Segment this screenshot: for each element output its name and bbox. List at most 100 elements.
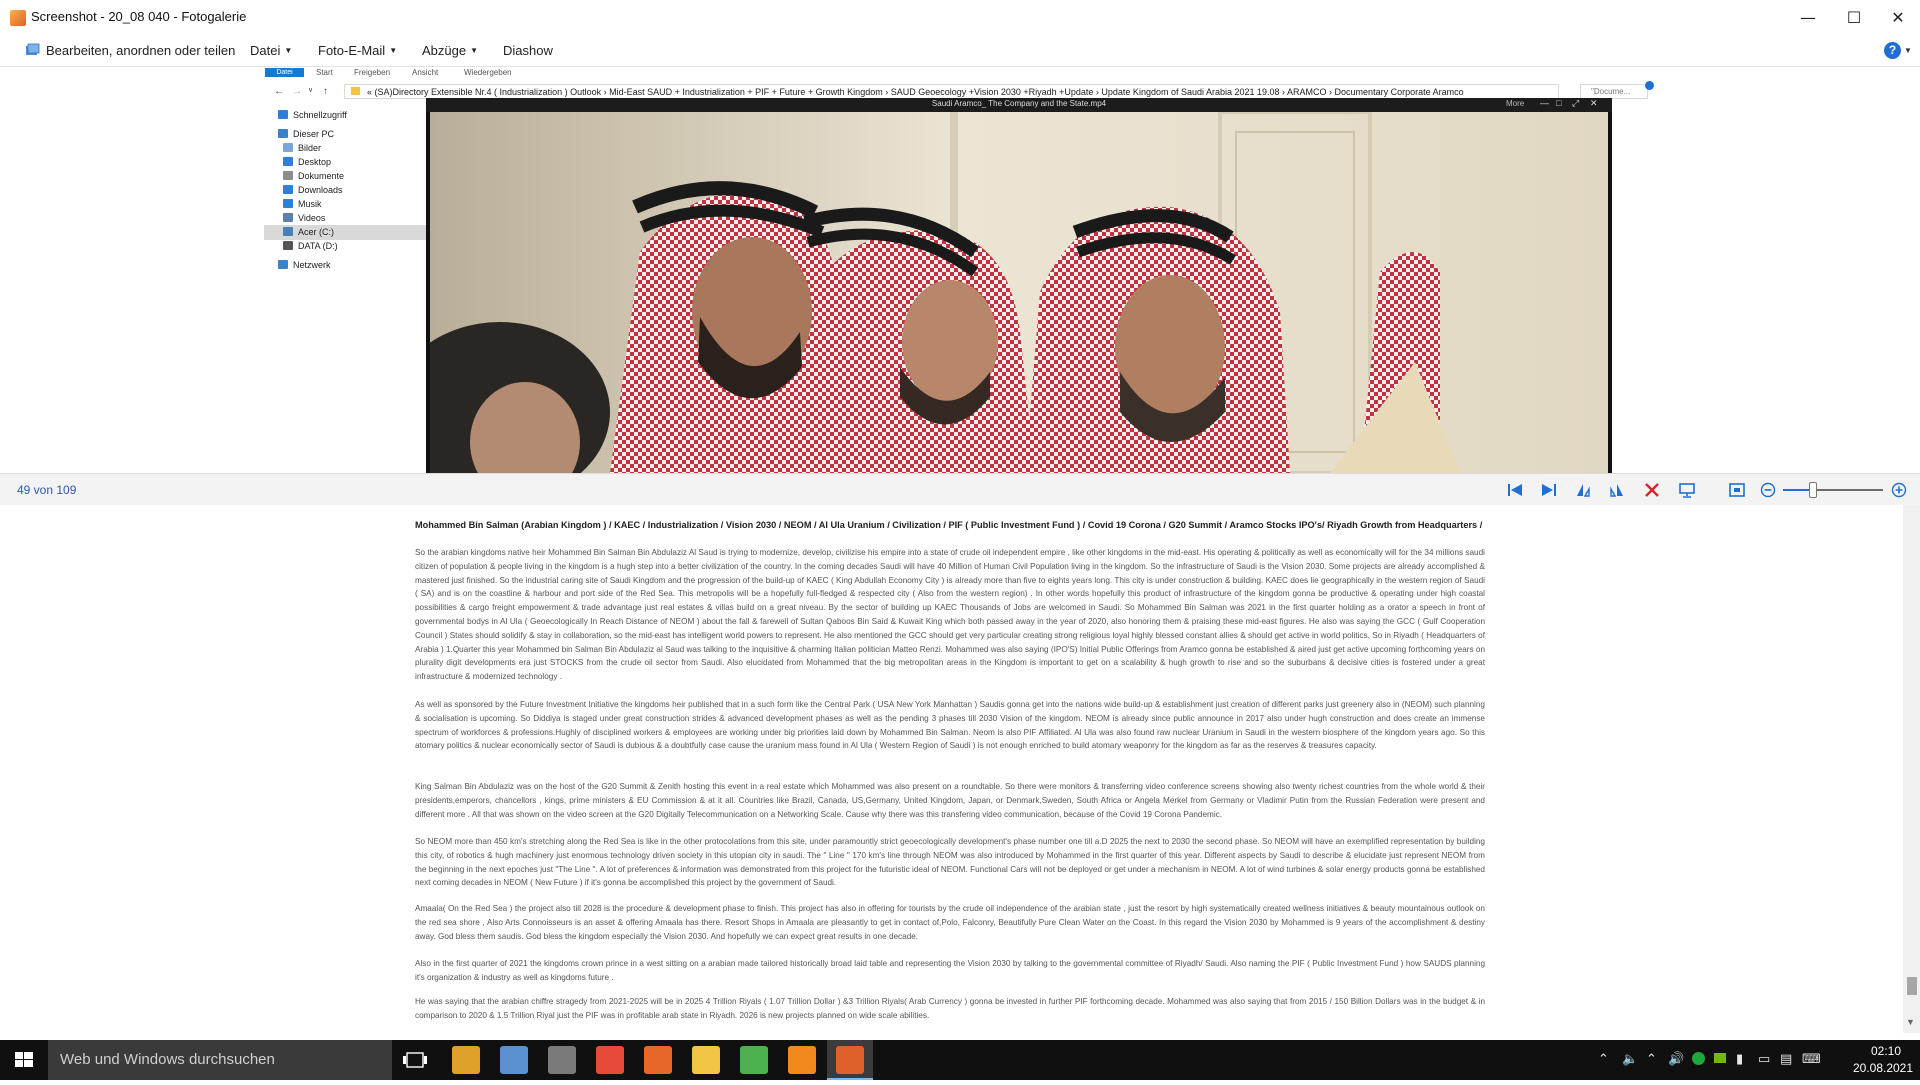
menu-photo-email[interactable]: Foto-E-Mail ▼ [318,43,397,58]
taskbar: Web und Windows durchsuchen ⌃ 🔈 ⌃ 🔊 ▮ ▭ … [0,1040,1920,1080]
document-paragraph: As well as sponsored by the Future Inves… [415,700,1485,751]
task-view-icon[interactable] [400,1048,430,1072]
nav-label: Acer (C:) [298,227,334,237]
nav-music: Musik [283,197,322,212]
document-window: Mohammed Bin Salman (Arabian Kingdom ) /… [0,505,1920,1033]
more-label: More [1506,99,1525,108]
nav-drive-d: DATA (D:) [283,239,338,254]
document-paragraph: He was saying that the arabian chiffre s… [415,997,1485,1020]
antivirus-icon[interactable] [1692,1052,1705,1069]
minimize-icon: — [1540,98,1549,108]
nav-videos: Videos [283,211,325,226]
pictures-icon [283,143,293,152]
clock-time[interactable]: 02:10 [1860,1044,1912,1058]
pdf-app-icon[interactable] [500,1046,528,1074]
menu-label: Foto-E-Mail [318,43,386,58]
network-signal-icon[interactable]: ▮ [1736,1052,1743,1067]
help-icon[interactable]: ? [1884,42,1901,59]
zoom-slider-thumb[interactable] [1809,482,1817,498]
document-scrollbar[interactable]: ▼ [1903,505,1920,1033]
clock-date[interactable]: 20.08.2021 [1850,1061,1916,1075]
zoom-in-icon[interactable] [1890,481,1908,499]
menu-slideshow[interactable]: Diashow [503,43,553,58]
image-position-counter: 49 von 109 [17,483,77,497]
menu-prints[interactable]: Abzüge ▼ [422,43,478,58]
gallery-app-icon[interactable] [836,1046,864,1074]
chevron-down-icon[interactable]: ▼ [1904,46,1912,55]
battery-icon[interactable]: ▭ [1758,1052,1770,1067]
media-app-icon[interactable] [548,1046,576,1074]
address-path: « (SA)Directory Extensible Nr.4 ( Indust… [367,87,1464,97]
chrome-app-icon[interactable] [452,1046,480,1074]
menu-label: Diashow [503,43,553,58]
document-paragraph: Amaala( On the Red Sea ) the project als… [415,904,1485,941]
nav-documents: Dokumente [283,169,344,184]
nav-drive-c: Acer (C:) [264,225,426,240]
zoom-slider-track[interactable] [1783,489,1883,491]
scroll-down-arrow-icon[interactable]: ▼ [1906,1017,1915,1027]
delete-icon[interactable] [1643,481,1661,499]
video-player: Saudi Aramco_ The Company and the State.… [426,98,1612,473]
chevron-down-icon: ∨ [308,87,314,94]
documents-icon [283,171,293,180]
previous-image-icon[interactable] [1506,481,1524,499]
menu-edit-arrange-share[interactable]: Bearbeiten, anordnen oder teilen [46,43,235,58]
folder-icon [351,87,360,95]
office-app-icon[interactable] [644,1046,672,1074]
speaker-muted-icon[interactable]: 🔈 [1622,1052,1638,1067]
close-button[interactable]: ✕ [1875,0,1920,36]
volume-icon[interactable]: 🔊 [1668,1052,1684,1067]
menu-label: Datei [250,43,281,58]
chrome-alt-app-icon[interactable] [596,1046,624,1074]
slideshow-icon[interactable] [1678,481,1696,499]
fit-to-window-icon[interactable] [1728,481,1746,499]
nav-pictures: Bilder [283,141,321,156]
title-bar[interactable]: Screenshot - 20_08 040 - Fotogalerie — ☐… [0,0,1920,36]
photo-gallery-window: Screenshot - 20_08 040 - Fotogalerie — ☐… [0,0,1920,505]
menu-file[interactable]: Datei ▼ [250,43,292,58]
chevron-up-icon[interactable]: ⌃ [1646,1052,1657,1067]
gallery-status-bar: 49 von 109 [0,473,1920,505]
explorer-search-box: "Docume... [1580,84,1648,99]
keyboard-icon[interactable]: ⌨ [1802,1052,1821,1067]
minimize-button[interactable]: — [1785,0,1831,36]
vlc-app-icon[interactable] [788,1046,816,1074]
next-image-icon[interactable] [1540,481,1558,499]
explorer-ribbon-tabs: Datei Start Freigeben Ansicht Wiedergebe… [264,68,1656,77]
start-button[interactable] [0,1040,48,1080]
restore-icon: □ [1556,98,1562,108]
scrollbar-thumb[interactable] [1907,977,1917,995]
action-center-icon[interactable]: ▤ [1780,1052,1792,1067]
rotate-left-icon[interactable] [1574,481,1592,499]
ribbon-tab-start: Start [316,68,333,77]
displayed-screenshot: Datei Start Freigeben Ansicht Wiedergebe… [264,68,1656,473]
nav-label: Musik [298,199,322,209]
image-viewer: Datei Start Freigeben Ansicht Wiedergebe… [0,68,1920,473]
ribbon-tab-view: Ansicht [412,68,439,77]
taskbar-search-box[interactable]: Web und Windows durchsuchen [48,1040,392,1080]
folder-app-icon[interactable] [692,1046,720,1074]
video-title: Saudi Aramco_ The Company and the State.… [931,99,1107,108]
window-title: Screenshot - 20_08 040 - Fotogalerie [31,9,247,24]
gallery-app-icon [10,10,26,26]
chevron-down-icon: ▼ [284,46,293,55]
maximize-button[interactable]: ☐ [1831,0,1877,36]
ribbon-tab-play: Wiedergeben [464,68,512,77]
rotate-right-icon[interactable] [1608,481,1626,499]
close-icon: ✕ [1590,98,1598,108]
zoom-out-icon[interactable] [1759,481,1777,499]
videos-icon [283,213,293,222]
menu-label: Abzüge [422,43,467,58]
chevron-up-icon[interactable]: ⌃ [1598,1052,1609,1067]
nav-downloads: Downloads [283,183,343,198]
video-still-image [430,112,1608,473]
download-icon [283,185,293,194]
explorer-navigation-pane: Schnellzugriff Dieser PC Bilder Desktop … [264,108,426,473]
ribbon-tab-file: Datei [265,68,304,77]
picasa-app-icon[interactable] [740,1046,768,1074]
nav-label: Downloads [298,185,343,195]
up-arrow-icon: ↑ [323,86,328,97]
organize-icon [26,43,40,55]
gpu-icon[interactable] [1714,1052,1726,1067]
nav-this-pc: Dieser PC [278,127,334,142]
